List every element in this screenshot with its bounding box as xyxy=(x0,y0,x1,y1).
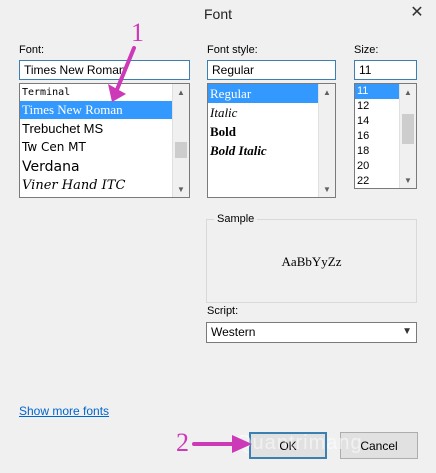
annotation-arrow-2-icon xyxy=(192,435,252,453)
annotation-number-2: 2 xyxy=(176,428,189,457)
size-item[interactable]: 14 xyxy=(355,114,399,129)
sample-label: Sample xyxy=(214,213,258,225)
font-list-scrollbar[interactable]: ▲ ▼ xyxy=(172,84,189,197)
size-label: Size: xyxy=(354,44,379,56)
style-item-bold-italic[interactable]: Bold Italic xyxy=(208,141,318,160)
font-style-label: Font style: xyxy=(207,44,258,56)
size-item[interactable]: 11 xyxy=(355,84,399,99)
style-item-regular[interactable]: Regular xyxy=(208,84,318,103)
font-item-verdana[interactable]: Verdana xyxy=(20,157,172,177)
font-label: Font: xyxy=(19,44,45,56)
size-item[interactable]: 18 xyxy=(355,144,399,159)
script-select[interactable]: Western ▼ xyxy=(206,322,417,343)
size-list-scrollbar[interactable]: ▲ ▼ xyxy=(399,84,416,188)
chevron-down-icon: ▼ xyxy=(402,326,412,337)
font-style-list[interactable]: Regular Italic Bold Bold Italic ▲ ▼ xyxy=(207,83,336,198)
scroll-thumb[interactable] xyxy=(175,142,187,158)
script-select-value: Western xyxy=(211,325,256,339)
scroll-up-arrow-icon[interactable]: ▲ xyxy=(173,84,189,100)
size-item[interactable]: 16 xyxy=(355,129,399,144)
style-item-bold[interactable]: Bold xyxy=(208,122,318,141)
script-label: Script: xyxy=(207,305,239,317)
annotation-arrow-1-icon xyxy=(108,46,136,102)
cancel-button[interactable]: Cancel xyxy=(340,432,418,459)
scroll-thumb[interactable] xyxy=(402,114,414,144)
font-item-tw-cen-mt[interactable]: Tw Cen MT xyxy=(20,138,172,157)
style-item-italic[interactable]: Italic xyxy=(208,103,318,122)
title-bar: Font ✕ xyxy=(0,0,436,30)
sample-preview-text: AaBbYyZz xyxy=(281,254,342,269)
close-icon: ✕ xyxy=(410,4,424,21)
size-list[interactable]: 11 12 14 16 18 20 22 ▲ ▼ xyxy=(354,83,417,189)
font-item-trebuchet-ms[interactable]: Trebuchet MS xyxy=(20,119,172,138)
font-style-input[interactable]: Regular xyxy=(207,60,336,80)
scroll-down-arrow-icon[interactable]: ▼ xyxy=(319,181,335,197)
size-item[interactable]: 12 xyxy=(355,99,399,114)
font-item-viner-hand-itc[interactable]: Viner Hand ITC xyxy=(20,177,172,195)
scroll-up-arrow-icon[interactable]: ▲ xyxy=(319,84,335,100)
window-title: Font xyxy=(203,6,232,22)
size-item[interactable]: 20 xyxy=(355,159,399,174)
scroll-down-arrow-icon[interactable]: ▼ xyxy=(400,172,416,188)
show-more-fonts-link[interactable]: Show more fonts xyxy=(19,404,109,418)
scroll-down-arrow-icon[interactable]: ▼ xyxy=(173,181,189,197)
size-input[interactable]: 11 xyxy=(354,60,417,80)
size-item[interactable]: 22 xyxy=(355,174,399,188)
font-style-scrollbar[interactable]: ▲ ▼ xyxy=(318,84,335,197)
ok-button[interactable]: OK xyxy=(249,432,327,459)
scroll-up-arrow-icon[interactable]: ▲ xyxy=(400,84,416,100)
close-button[interactable]: ✕ xyxy=(406,3,428,21)
